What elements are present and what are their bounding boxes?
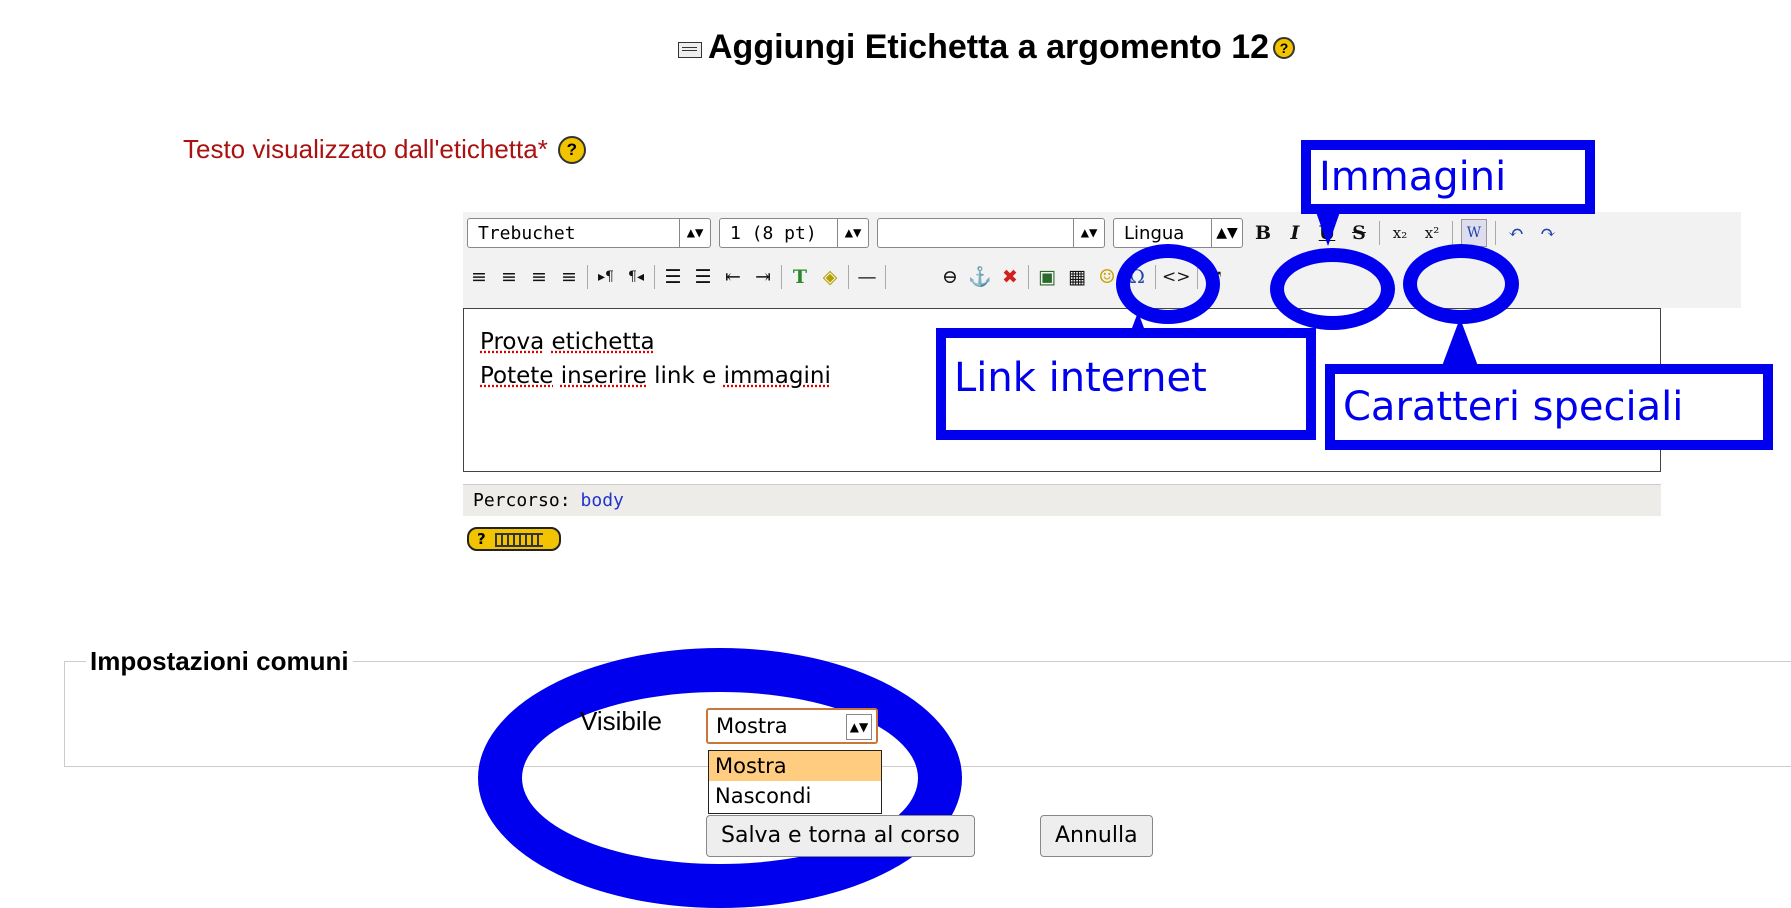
annotation-caratteri-text: Caratteri speciali (1335, 374, 1763, 440)
annotation-pointer (1442, 318, 1478, 366)
toolbar-separator (1379, 221, 1380, 245)
toolbar-separator (1452, 221, 1453, 245)
annotation-link: Link internet (936, 328, 1316, 440)
toolbar-separator (1495, 221, 1496, 245)
style-select[interactable]: ▲▼ (877, 218, 1105, 248)
horizontal-rule-icon[interactable]: — (855, 264, 879, 290)
editor-word: inserire (560, 363, 647, 389)
align-right-icon[interactable]: ≡ (527, 264, 551, 290)
help-icon[interactable]: ? (1273, 36, 1296, 59)
ordered-list-icon[interactable]: ☰ (661, 264, 685, 290)
toolbar-separator (654, 265, 655, 289)
insert-table-icon[interactable]: ▦ (1065, 264, 1089, 290)
toolbar-separator (848, 265, 849, 289)
visible-label: Visibile (580, 706, 662, 736)
rtl-icon[interactable]: ¶◂ (624, 264, 648, 290)
toolbar-separator (1028, 265, 1029, 289)
editor-toolbar: Trebuchet ▲▼ 1 (8 pt) ▲▼ ▲▼ Lingua ▲▼ B I U… (463, 212, 1741, 308)
page-title-text: Aggiungi Etichetta a argomento 12 (708, 28, 1270, 66)
outdent-icon[interactable]: ⇤ (721, 264, 745, 290)
font-size-select[interactable]: 1 (8 pt) ▲▼ (719, 218, 869, 248)
annotation-link-text: Link internet (946, 338, 1306, 430)
toolbar-row-1: Trebuchet ▲▼ 1 (8 pt) ▲▼ ▲▼ Lingua ▲▼ B I U… (467, 214, 1560, 252)
path-label: Percorso: (473, 490, 571, 511)
unordered-list-icon[interactable]: ☰ (691, 264, 715, 290)
toolbar-separator (885, 265, 886, 289)
superscript-button[interactable]: x² (1420, 220, 1444, 246)
toolbar-separator (781, 265, 782, 289)
label-icon (678, 41, 702, 58)
label-text-field-label: Testo visualizzato dall'etichetta* ? (183, 134, 586, 165)
background-color-icon[interactable]: ◈ (818, 264, 842, 290)
annotation-immagini-text: Immagini (1311, 150, 1585, 204)
keyboard-help-icon[interactable]: ? (467, 527, 561, 551)
editor-word: immagini (723, 363, 831, 389)
strikethrough-button[interactable]: S (1347, 220, 1371, 246)
anchor-icon[interactable]: ⚓ (968, 264, 992, 290)
dropdown-option-nascondi[interactable]: Nascondi (709, 781, 881, 811)
subscript-button[interactable]: x₂ (1388, 220, 1412, 246)
redo-icon[interactable]: ↷ (1536, 220, 1560, 246)
cancel-button[interactable]: Annulla (1040, 815, 1153, 857)
editor-statusbar: Percorso: body (463, 484, 1661, 516)
italic-button[interactable]: I (1283, 220, 1307, 246)
insert-image-icon[interactable]: ▣ (1035, 264, 1059, 290)
visible-select-value: Mostra (716, 714, 788, 738)
unlink-icon[interactable]: ✖ (998, 264, 1022, 290)
bold-button[interactable]: B (1251, 220, 1275, 246)
save-return-button[interactable]: Salva e torna al corso (706, 815, 975, 857)
annotation-images-ellipse (1270, 248, 1395, 330)
dropdown-option-mostra[interactable]: Mostra (709, 751, 881, 781)
select-arrow-icon: ▲▼ (846, 714, 872, 740)
insert-link-icon[interactable]: ⊖ (938, 264, 962, 290)
help-icon[interactable]: ? (557, 135, 586, 164)
justify-icon[interactable]: ≡ (557, 264, 581, 290)
editor-word: link e (654, 363, 717, 389)
font-family-select[interactable]: Trebuchet ▲▼ (467, 218, 711, 248)
align-center-icon[interactable]: ≡ (497, 264, 521, 290)
path-body-link[interactable]: body (581, 490, 624, 511)
language-select[interactable]: Lingua ▲▼ (1113, 218, 1243, 248)
annotation-caratteri: Caratteri speciali (1325, 364, 1773, 450)
annotation-special-ellipse (1403, 244, 1519, 324)
editor-word: Potete (480, 363, 554, 389)
field-label-text: Testo visualizzato dall'etichetta* (183, 134, 548, 164)
undo-icon[interactable]: ↶ (1504, 220, 1528, 246)
indent-icon[interactable]: ⇥ (751, 264, 775, 290)
editor-word: etichetta (551, 329, 655, 355)
text-color-icon[interactable]: T (788, 264, 812, 290)
common-settings-legend: Impostazioni comuni (86, 646, 353, 677)
visible-dropdown: Mostra Nascondi (708, 750, 882, 814)
toolbar-row-2: ≡ ≡ ≡ ≡ ▸¶ ¶◂ ☰ ☰ ⇤ ⇥ T ◈ — ⊖ ⚓ ✖ ▣ ▦ ☺ … (467, 258, 1228, 296)
annotation-pointer (1316, 212, 1340, 246)
annotation-immagini: Immagini (1301, 140, 1595, 214)
visible-select[interactable]: Mostra ▲▼ (706, 708, 878, 744)
align-left-icon[interactable]: ≡ (467, 264, 491, 290)
ltr-icon[interactable]: ▸¶ (594, 264, 618, 290)
toolbar-separator (587, 265, 588, 289)
editor-word: Prova (480, 329, 545, 355)
page-title: Aggiungi Etichetta a argomento 12 ? (678, 28, 1296, 67)
paste-word-icon[interactable]: W (1461, 219, 1487, 247)
